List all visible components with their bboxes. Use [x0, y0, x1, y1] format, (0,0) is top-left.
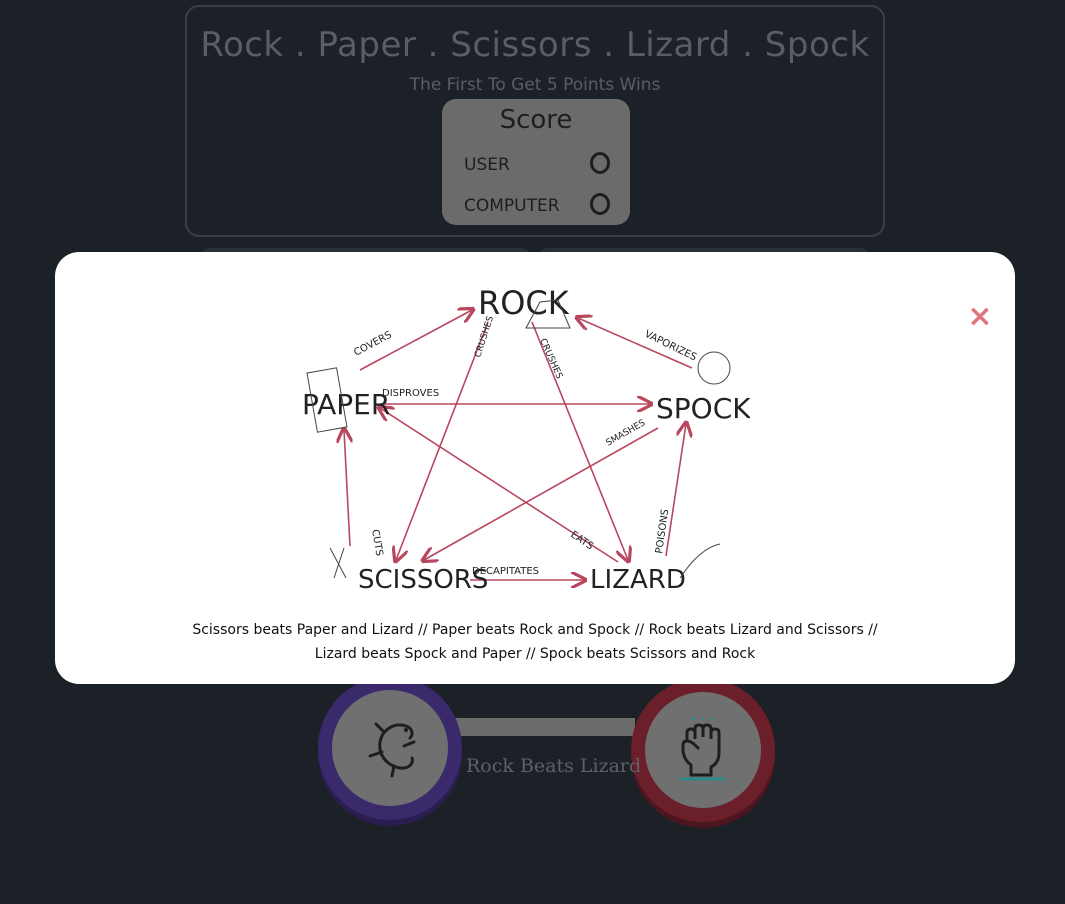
verb-crushes-lizard: CRUSHES: [537, 337, 564, 381]
diagram-node-lizard: LIZARD: [590, 565, 686, 595]
scissors-sketch-icon: [329, 547, 347, 579]
rules-diagram: ROCK PAPER SPOCK SCISSORS LIZARD COVERS …: [302, 284, 750, 595]
rules-text: Scissors beats Paper and Lizard // Paper…: [55, 618, 1015, 666]
verb-smashes: SMASHES: [605, 418, 648, 449]
lizard-sketch-icon: [679, 543, 721, 579]
verb-covers: COVERS: [352, 330, 393, 359]
diagram-node-spock: SPOCK: [656, 392, 750, 425]
verb-eats: EATS: [568, 529, 595, 552]
diagram-node-scissors: SCISSORS: [358, 565, 488, 595]
rules-modal: × ROCK PAPER SPOCK SCISSORS LIZARD COVER…: [55, 252, 1015, 684]
spock-sketch-icon: [697, 351, 731, 385]
diagram-node-rock: ROCK: [478, 284, 570, 322]
diagram-node-paper: PAPER: [302, 388, 390, 421]
close-icon[interactable]: ×: [967, 302, 993, 332]
verb-poisons: POISONS: [654, 508, 671, 554]
verb-cuts: CUTS: [369, 529, 384, 557]
verb-crushes-scissors: CRUSHES: [473, 315, 496, 359]
rules-line-1: Scissors beats Paper and Lizard // Paper…: [192, 622, 878, 638]
rules-line-2: Lizard beats Spock and Paper // Spock be…: [314, 646, 756, 662]
verb-disproves: DISPROVES: [382, 388, 439, 399]
verb-decapitates: DECAPITATES: [472, 566, 539, 577]
